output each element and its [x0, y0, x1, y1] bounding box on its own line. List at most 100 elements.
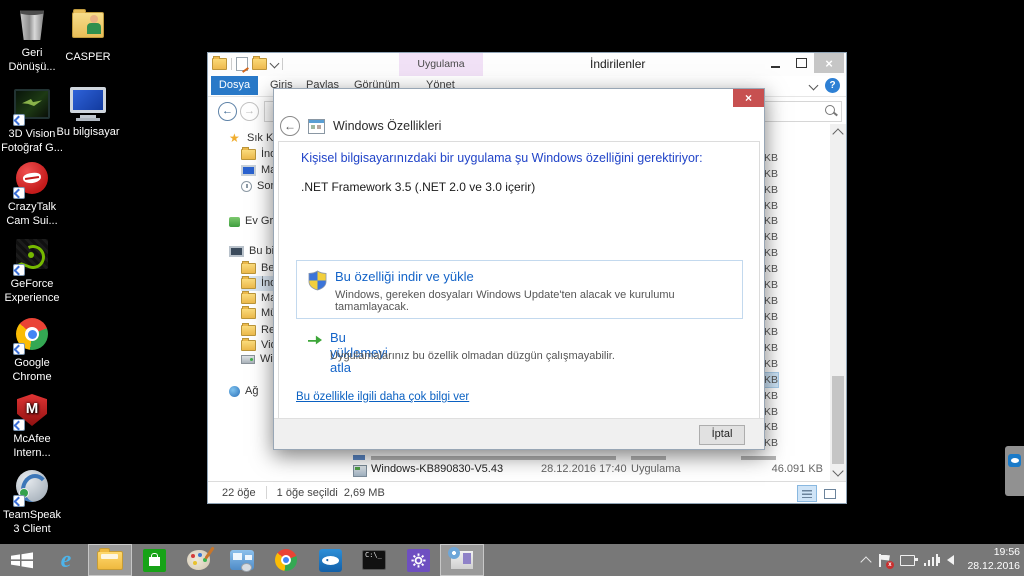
paint-icon [187, 550, 210, 570]
desktop-icon-label: Google Chrome [0, 357, 64, 385]
system-tray: x 19:56 28.12.2016 [862, 544, 1020, 576]
ribbon-collapse-chevron-icon[interactable] [809, 81, 819, 91]
desktop-icon-crazytalk[interactable]: CrazyTalk Cam Sui... [0, 160, 64, 229]
desktop-icon-label: CASPER [56, 51, 120, 65]
user-folder-icon [70, 12, 106, 48]
power-plug-icon[interactable] [900, 555, 915, 566]
control-panel-icon [230, 550, 254, 570]
windows-logo-icon [10, 549, 34, 571]
taskbar: e C:\_ x 19:56 28.12.2016 [0, 544, 1024, 576]
taskbar-chrome[interactable] [264, 544, 308, 576]
thumbnail-view-button[interactable] [820, 485, 840, 502]
vertical-scrollbar[interactable] [830, 124, 846, 481]
show-hidden-icons-chevron-icon[interactable] [860, 556, 871, 567]
new-folder-icon[interactable] [252, 58, 267, 70]
desktop-icon-this-pc[interactable]: Bu bilgisayar [56, 84, 120, 140]
search-icon [825, 105, 835, 115]
taskbar-clock[interactable]: 19:56 28.12.2016 [967, 546, 1020, 573]
teamviewer-logo-icon [1008, 454, 1021, 467]
uac-shield-icon [308, 270, 327, 291]
feature-name: .NET Framework 3.5 (.NET 2.0 ve 3.0 içer… [301, 180, 535, 194]
explorer-titlebar: Uygulama Araçları İndirilenler × [208, 53, 846, 76]
details-view-button[interactable] [797, 485, 817, 502]
settings-gear-icon [407, 549, 430, 572]
option-download-title: Bu özelliği indir ve yükle [335, 269, 474, 284]
desktop-icon-label: McAfee Intern... [0, 433, 64, 461]
window-title: İndirilenler [590, 57, 645, 71]
taskbar-paint[interactable] [176, 544, 220, 576]
taskbar-control-panel[interactable] [220, 544, 264, 576]
desktop-icon-casper[interactable]: CASPER [56, 6, 120, 65]
app-icon [353, 465, 367, 477]
taskbar-file-explorer[interactable] [88, 544, 132, 576]
geforce-icon [14, 239, 50, 275]
start-button[interactable] [0, 544, 44, 576]
forward-button[interactable]: → [240, 102, 259, 121]
selected-count: 1 öğe seçildi [277, 487, 338, 499]
dialog-close-button[interactable]: × [733, 89, 764, 107]
computer-icon [229, 246, 244, 257]
folder-icon [241, 263, 256, 274]
mcafee-shield-icon: M [14, 394, 50, 430]
sidebar-item-network[interactable]: Ağ [229, 384, 258, 399]
teamspeak-icon [14, 470, 50, 506]
taskbar-installer[interactable] [440, 544, 484, 576]
taskbar-cmd[interactable]: C:\_ [352, 544, 396, 576]
scrollbar-thumb[interactable] [832, 376, 844, 464]
skip-arrow-icon [307, 333, 323, 347]
chrome-icon [14, 318, 50, 354]
teamviewer-popup[interactable] [1005, 446, 1024, 496]
dialog-heading: Kişisel bilgisayarınızdaki bir uygulama … [301, 151, 703, 165]
chrome-icon [275, 549, 297, 571]
network-icon [229, 386, 240, 397]
desktop-icon-label: 3D Vision Fotoğraf G... [0, 128, 64, 156]
desktop-icon-geforce[interactable]: GeForce Experience [0, 236, 64, 306]
file-row-partial[interactable] [338, 449, 830, 462]
command-prompt-icon: C:\_ [362, 550, 386, 570]
folder-icon[interactable] [212, 58, 227, 70]
desktop-icon-mcafee[interactable]: M McAfee Intern... [0, 392, 64, 461]
clock-date: 28.12.2016 [967, 560, 1020, 574]
desktop-icon-chrome[interactable]: Google Chrome [0, 316, 64, 385]
maximize-button[interactable] [788, 53, 814, 73]
windows-store-icon [143, 549, 166, 572]
taskbar-teamviewer[interactable] [308, 544, 352, 576]
recent-places-icon [241, 181, 252, 192]
cancel-button[interactable]: İptal [699, 425, 745, 445]
option-download-install[interactable]: Bu özelliği indir ve yükle Windows, gere… [296, 260, 743, 319]
folder-icon [241, 278, 256, 289]
desktop-icon-recycle-bin[interactable]: Geri Dönüşü... [0, 6, 64, 75]
desktop-icon-label: CrazyTalk Cam Sui... [0, 201, 64, 229]
action-center-flag-icon[interactable]: x [879, 554, 891, 567]
dialog-title: Windows Özellikleri [333, 119, 441, 133]
scroll-down-icon[interactable] [832, 465, 843, 476]
taskbar-ie[interactable]: e [44, 544, 88, 576]
taskbar-store[interactable] [132, 544, 176, 576]
windows-features-dialog: × ← Windows Özellikleri Kişisel bilgisay… [273, 88, 765, 450]
scroll-up-icon[interactable] [832, 128, 843, 139]
dialog-back-button[interactable]: ← [280, 116, 300, 136]
desktop-icon-label: Bu bilgisayar [56, 126, 120, 140]
volume-icon[interactable] [947, 555, 954, 565]
star-icon: ★ [229, 133, 242, 144]
tab-file[interactable]: Dosya [211, 76, 258, 95]
desktop-icon-3d-vision[interactable]: 3D Vision Fotoğraf G... [0, 84, 64, 156]
file-explorer-icon [97, 551, 123, 570]
desktop-icon-teamspeak[interactable]: TeamSpeak 3 Client [0, 468, 64, 537]
option-download-desc: Windows, gereken dosyaları Windows Updat… [335, 289, 742, 313]
internet-explorer-icon: e [61, 548, 72, 572]
close-button[interactable]: × [814, 53, 844, 73]
properties-icon[interactable] [236, 57, 248, 71]
minimize-button[interactable] [762, 53, 788, 73]
file-row[interactable]: Windows-KB890830-V5.43 28.12.2016 17:40 … [338, 463, 830, 478]
more-info-link[interactable]: Bu özellikle ilgili daha çok bilgi ver [296, 391, 469, 403]
help-icon[interactable]: ? [825, 78, 840, 93]
taskbar-pc-settings[interactable] [396, 544, 440, 576]
folder-icon [241, 340, 256, 351]
back-button[interactable]: ← [218, 102, 237, 121]
item-count: 22 öğe [222, 487, 256, 499]
qat-customize-chevron-icon[interactable] [270, 58, 280, 68]
file-date: 28.12.2016 17:40 [541, 463, 627, 475]
clock-time: 19:56 [967, 546, 1020, 560]
folder-icon [241, 149, 256, 160]
